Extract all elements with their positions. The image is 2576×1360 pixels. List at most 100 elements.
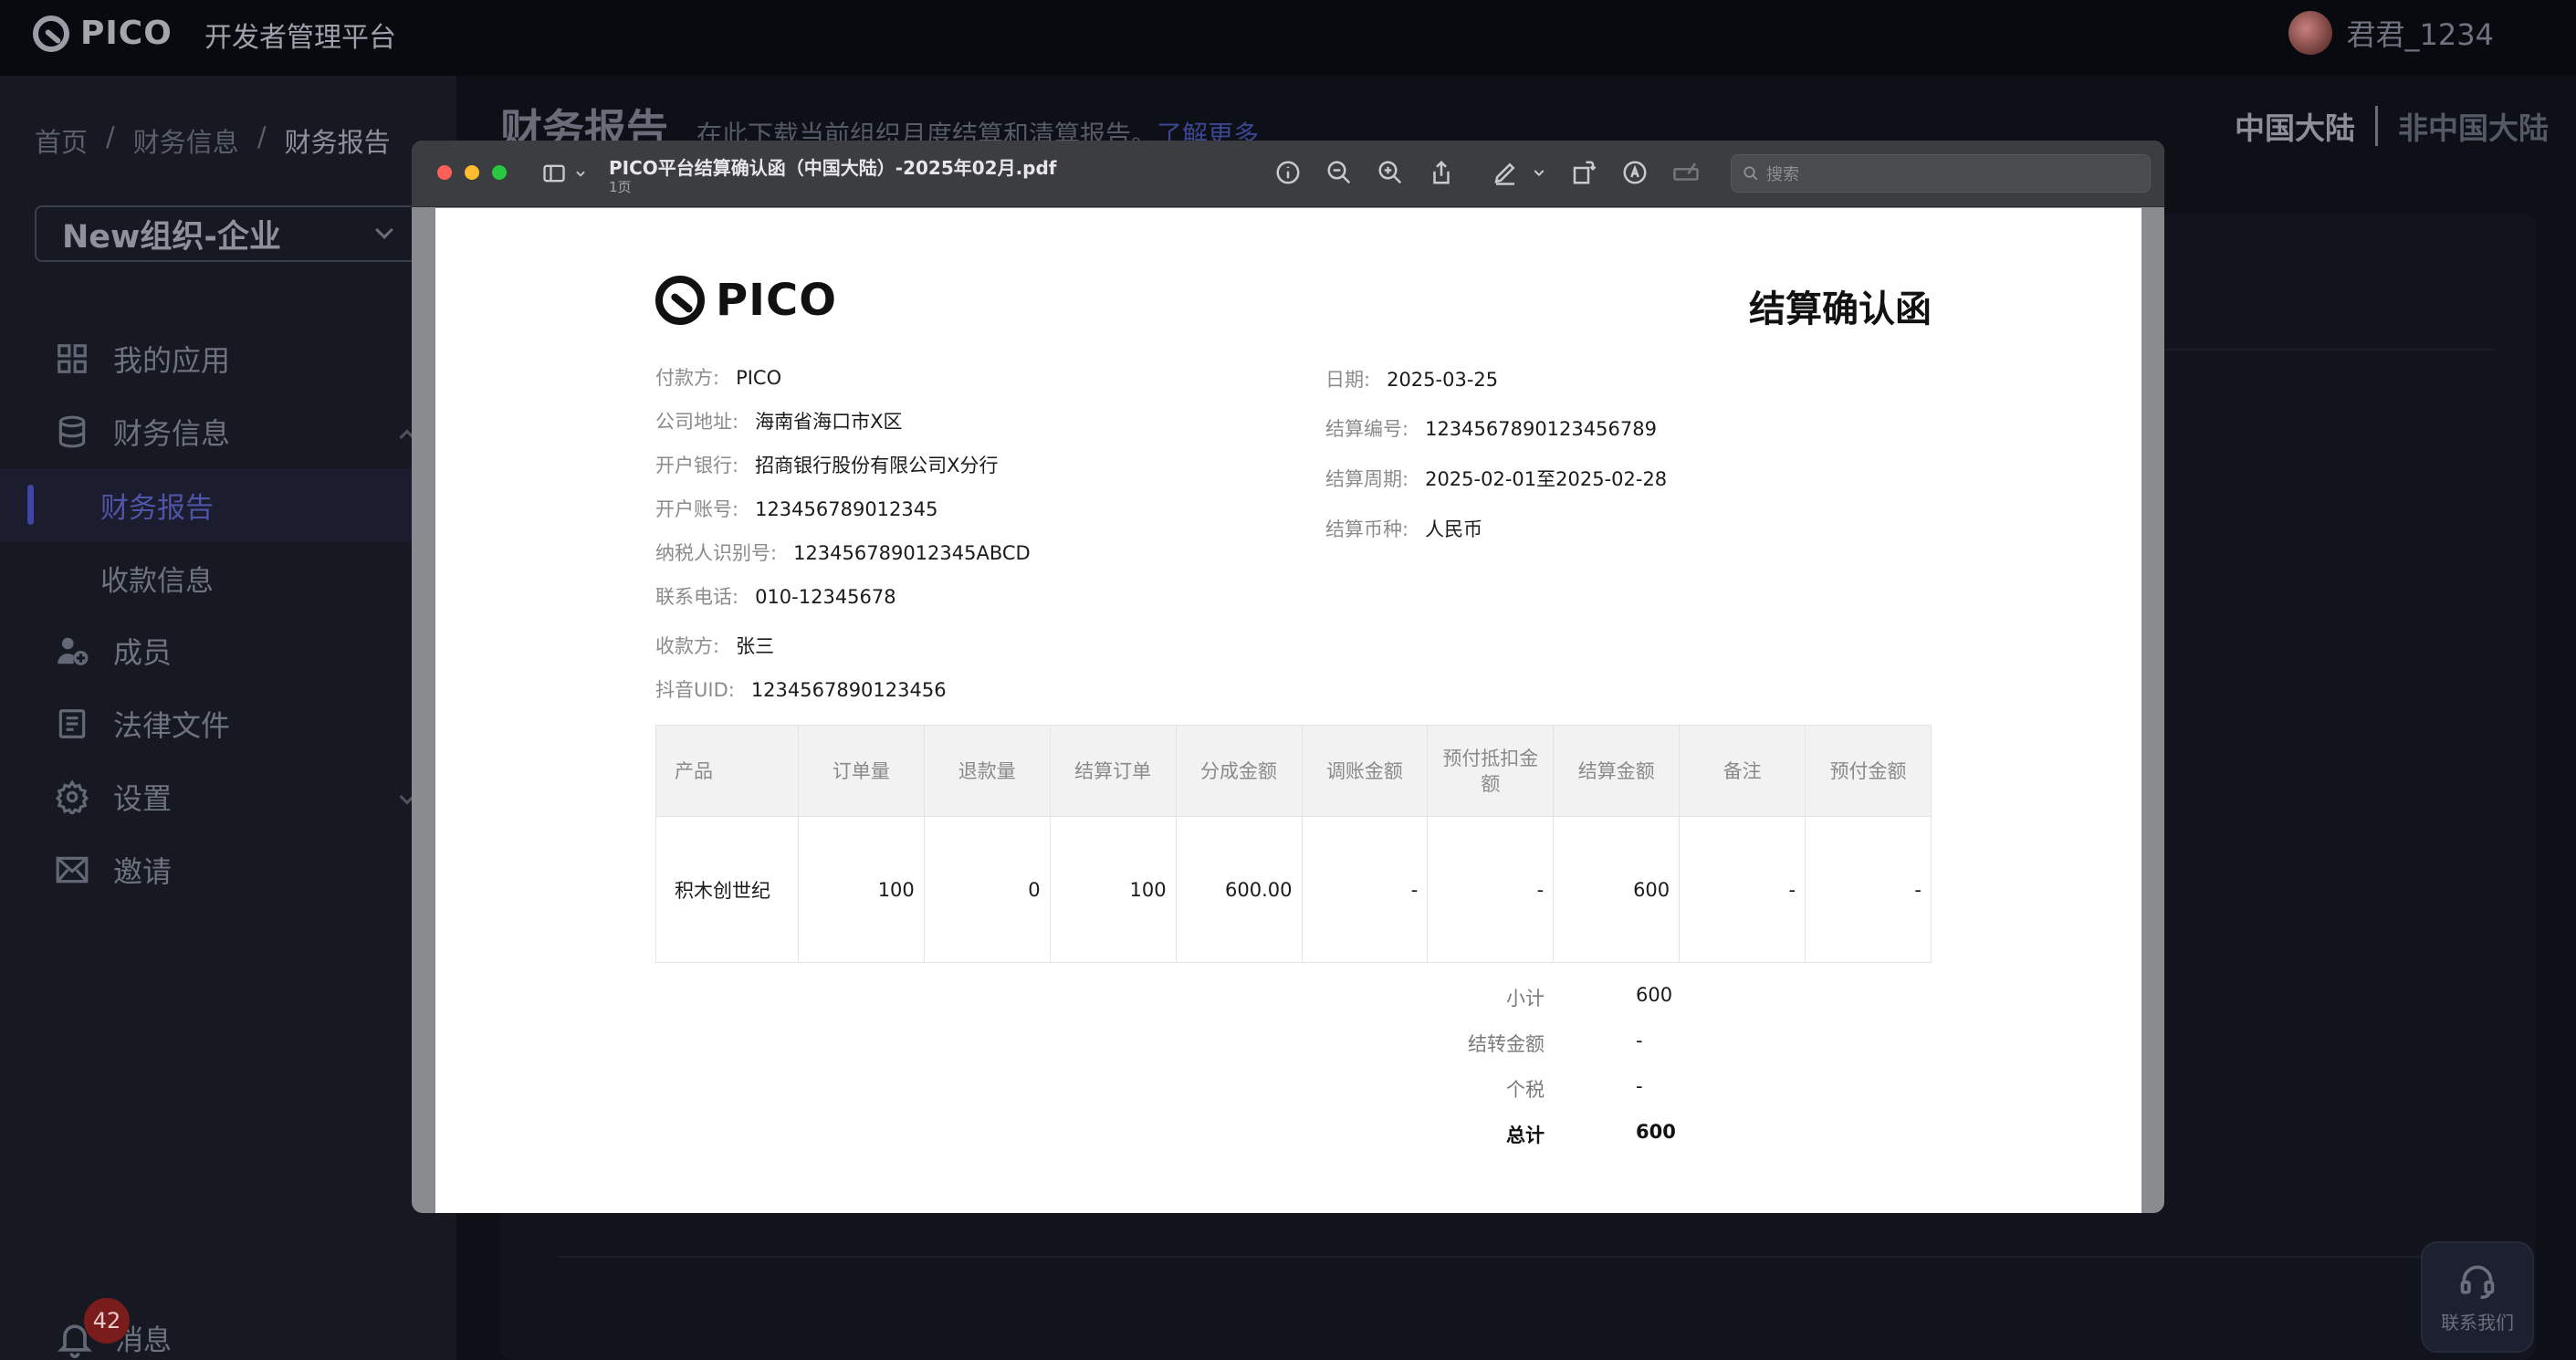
field-value: 人民币 <box>1425 518 1483 540</box>
sidebar-item-finance[interactable]: 财务信息 <box>0 395 456 468</box>
document-icon <box>58 709 86 738</box>
document-logo-text: PICO <box>716 275 838 326</box>
zoom-in-icon[interactable] <box>1377 159 1404 186</box>
page-count: 1页 <box>609 179 632 195</box>
sidebar-item-settings[interactable]: 设置 <box>0 760 456 833</box>
column-header: 退款量 <box>923 725 1051 817</box>
field-value: 招商银行股份有限公司X分行 <box>755 455 999 476</box>
breadcrumb-current: 财务报告 <box>284 127 391 158</box>
field-value: 1234567890123456 <box>750 679 947 701</box>
table-cell: 100 <box>797 816 925 963</box>
summary-label: 个税 <box>1506 1079 1545 1101</box>
field-label: 开户银行: <box>655 455 739 476</box>
user-menu[interactable]: 君君_1234 <box>2288 11 2494 55</box>
sidebar-item-label: 邀请 <box>113 854 173 889</box>
column-header: 调账金额 <box>1301 725 1429 817</box>
divider <box>559 1256 2494 1258</box>
sidebar-item-invite[interactable]: 邀请 <box>0 833 456 906</box>
org-select[interactable]: New组织-企业 <box>35 205 418 262</box>
window-titlebar: PICO平台结算确认函（中国大陆）-2025年02月.pdf 1页 搜索 <box>412 141 2164 207</box>
bank-field: 开户银行: 招商银行股份有限公司X分行 <box>655 451 998 478</box>
column-header: 结算金额 <box>1553 725 1681 817</box>
sidebar-item-legal[interactable]: 法律文件 <box>0 687 456 760</box>
sidebar-item-finance-report[interactable]: 财务报告 <box>0 468 456 541</box>
field-label: 结算编号: <box>1325 418 1409 440</box>
summary-label: 结转金额 <box>1468 1033 1545 1055</box>
contact-us-button[interactable]: 联系我们 <box>2421 1241 2534 1353</box>
summary-value: 600 <box>1636 1121 1676 1143</box>
user-add-icon <box>58 637 89 665</box>
region-non-cn[interactable]: 非中国大陆 <box>2398 104 2549 148</box>
close-window-button[interactable] <box>437 165 452 180</box>
currency-field: 结算币种: 人民币 <box>1325 515 1482 542</box>
breadcrumb-separator: / <box>106 121 115 152</box>
field-value: 2025-03-25 <box>1387 369 1499 391</box>
chevron-down-icon <box>576 171 585 177</box>
column-header: 备注 <box>1679 725 1806 817</box>
avatar[interactable] <box>2288 11 2332 55</box>
summary-value: - <box>1636 1075 1643 1097</box>
headset-icon <box>2460 1265 2495 1299</box>
chevron-down-icon <box>375 221 393 239</box>
table-cell: 0 <box>923 816 1051 963</box>
form-fill-icon[interactable] <box>1672 159 1700 186</box>
sidebar-item-label: 收款信息 <box>100 564 214 598</box>
document-logo: PICO <box>655 275 837 326</box>
sidebar-item-payment-info[interactable]: 收款信息 <box>0 541 456 614</box>
column-header: 产品 <box>655 725 799 817</box>
annotate-icon[interactable] <box>1621 159 1649 186</box>
notification-badge: 42 <box>84 1298 130 1344</box>
region-divider <box>2375 106 2378 146</box>
field-label: 纳税人识别号: <box>655 542 778 564</box>
zoom-out-icon[interactable] <box>1325 159 1353 186</box>
user-name[interactable]: 君君_1234 <box>2347 12 2494 54</box>
tax-row: 个税 - <box>1440 1075 1768 1103</box>
table-row: 积木创世纪 100 0 100 600.00 - - 600 - - <box>655 816 1932 963</box>
pdf-page: PICO 结算确认函 付款方: PICO 公司地址: 海南省海口市X区 开户银行: 招… <box>435 208 2141 1213</box>
logo-text: PICO <box>80 15 173 52</box>
douyin-uid-field: 抖音UID: 1234567890123456 <box>655 675 947 703</box>
field-value: 2025-02-01至2025-02-28 <box>1425 468 1668 490</box>
region-switch: 中国大陆 非中国大陆 <box>2235 104 2549 148</box>
tax-id-field: 纳税人识别号: 123456789012345ABCD <box>655 539 1031 566</box>
breadcrumb-finance[interactable]: 财务信息 <box>133 121 239 160</box>
org-select-value: New组织-企业 <box>62 218 281 256</box>
table-cell: - <box>1427 816 1555 963</box>
carryover-row: 结转金额 - <box>1440 1030 1768 1057</box>
field-label: 结算周期: <box>1325 468 1409 490</box>
zoom-window-button[interactable] <box>492 165 507 180</box>
breadcrumb-separator: / <box>257 121 267 152</box>
breadcrumb-home[interactable]: 首页 <box>35 121 88 160</box>
sidebar-item-members[interactable]: 成员 <box>0 614 456 687</box>
table-cell: - <box>1301 816 1429 963</box>
search-input[interactable]: 搜索 <box>1731 154 2151 193</box>
field-value: 张三 <box>736 635 775 657</box>
table-cell: - <box>1679 816 1806 963</box>
breadcrumb: 首页 / 财务信息 / 财务报告 <box>35 121 391 160</box>
gear-icon <box>55 779 89 814</box>
payee-field: 收款方: 张三 <box>655 632 774 659</box>
field-value: 1234567890123456789 <box>1425 418 1657 440</box>
minimize-window-button[interactable] <box>465 165 479 180</box>
grid-icon <box>58 344 87 373</box>
sidebar: 首页 / 财务信息 / 财务报告 New组织-企业 我的应用 财务信息 财务报告… <box>0 76 456 1360</box>
table-cell: 积木创世纪 <box>655 816 799 963</box>
pico-logo-icon <box>33 15 69 52</box>
chevron-down-icon[interactable] <box>1532 165 1546 180</box>
sidebar-nav: 我的应用 财务信息 财务报告 收款信息 成员 法律文件 设置 邀请 <box>0 322 456 906</box>
platform-title: 开发者管理平台 <box>204 22 396 54</box>
window-controls <box>437 165 507 180</box>
markup-pen-icon[interactable] <box>1492 159 1519 186</box>
column-header: 预付金额 <box>1805 725 1932 817</box>
info-icon[interactable] <box>1274 159 1302 186</box>
sidebar-item-label: 成员 <box>113 635 173 670</box>
rotate-icon[interactable] <box>1570 159 1597 186</box>
sidebar-toggle-button[interactable] <box>541 161 587 186</box>
pico-logo[interactable]: PICO <box>33 15 173 52</box>
column-header: 预付抵扣金额 <box>1427 725 1555 817</box>
share-icon[interactable] <box>1428 159 1455 186</box>
region-cn[interactable]: 中国大陆 <box>2235 104 2355 148</box>
table-header-row: 产品 订单量 退款量 结算订单 分成金额 调账金额 预付抵扣金额 结算金额 备注… <box>655 725 1932 817</box>
sidebar-item-my-apps[interactable]: 我的应用 <box>0 322 456 395</box>
top-bar: PICO 开发者管理平台 君君_1234 <box>0 0 2576 76</box>
